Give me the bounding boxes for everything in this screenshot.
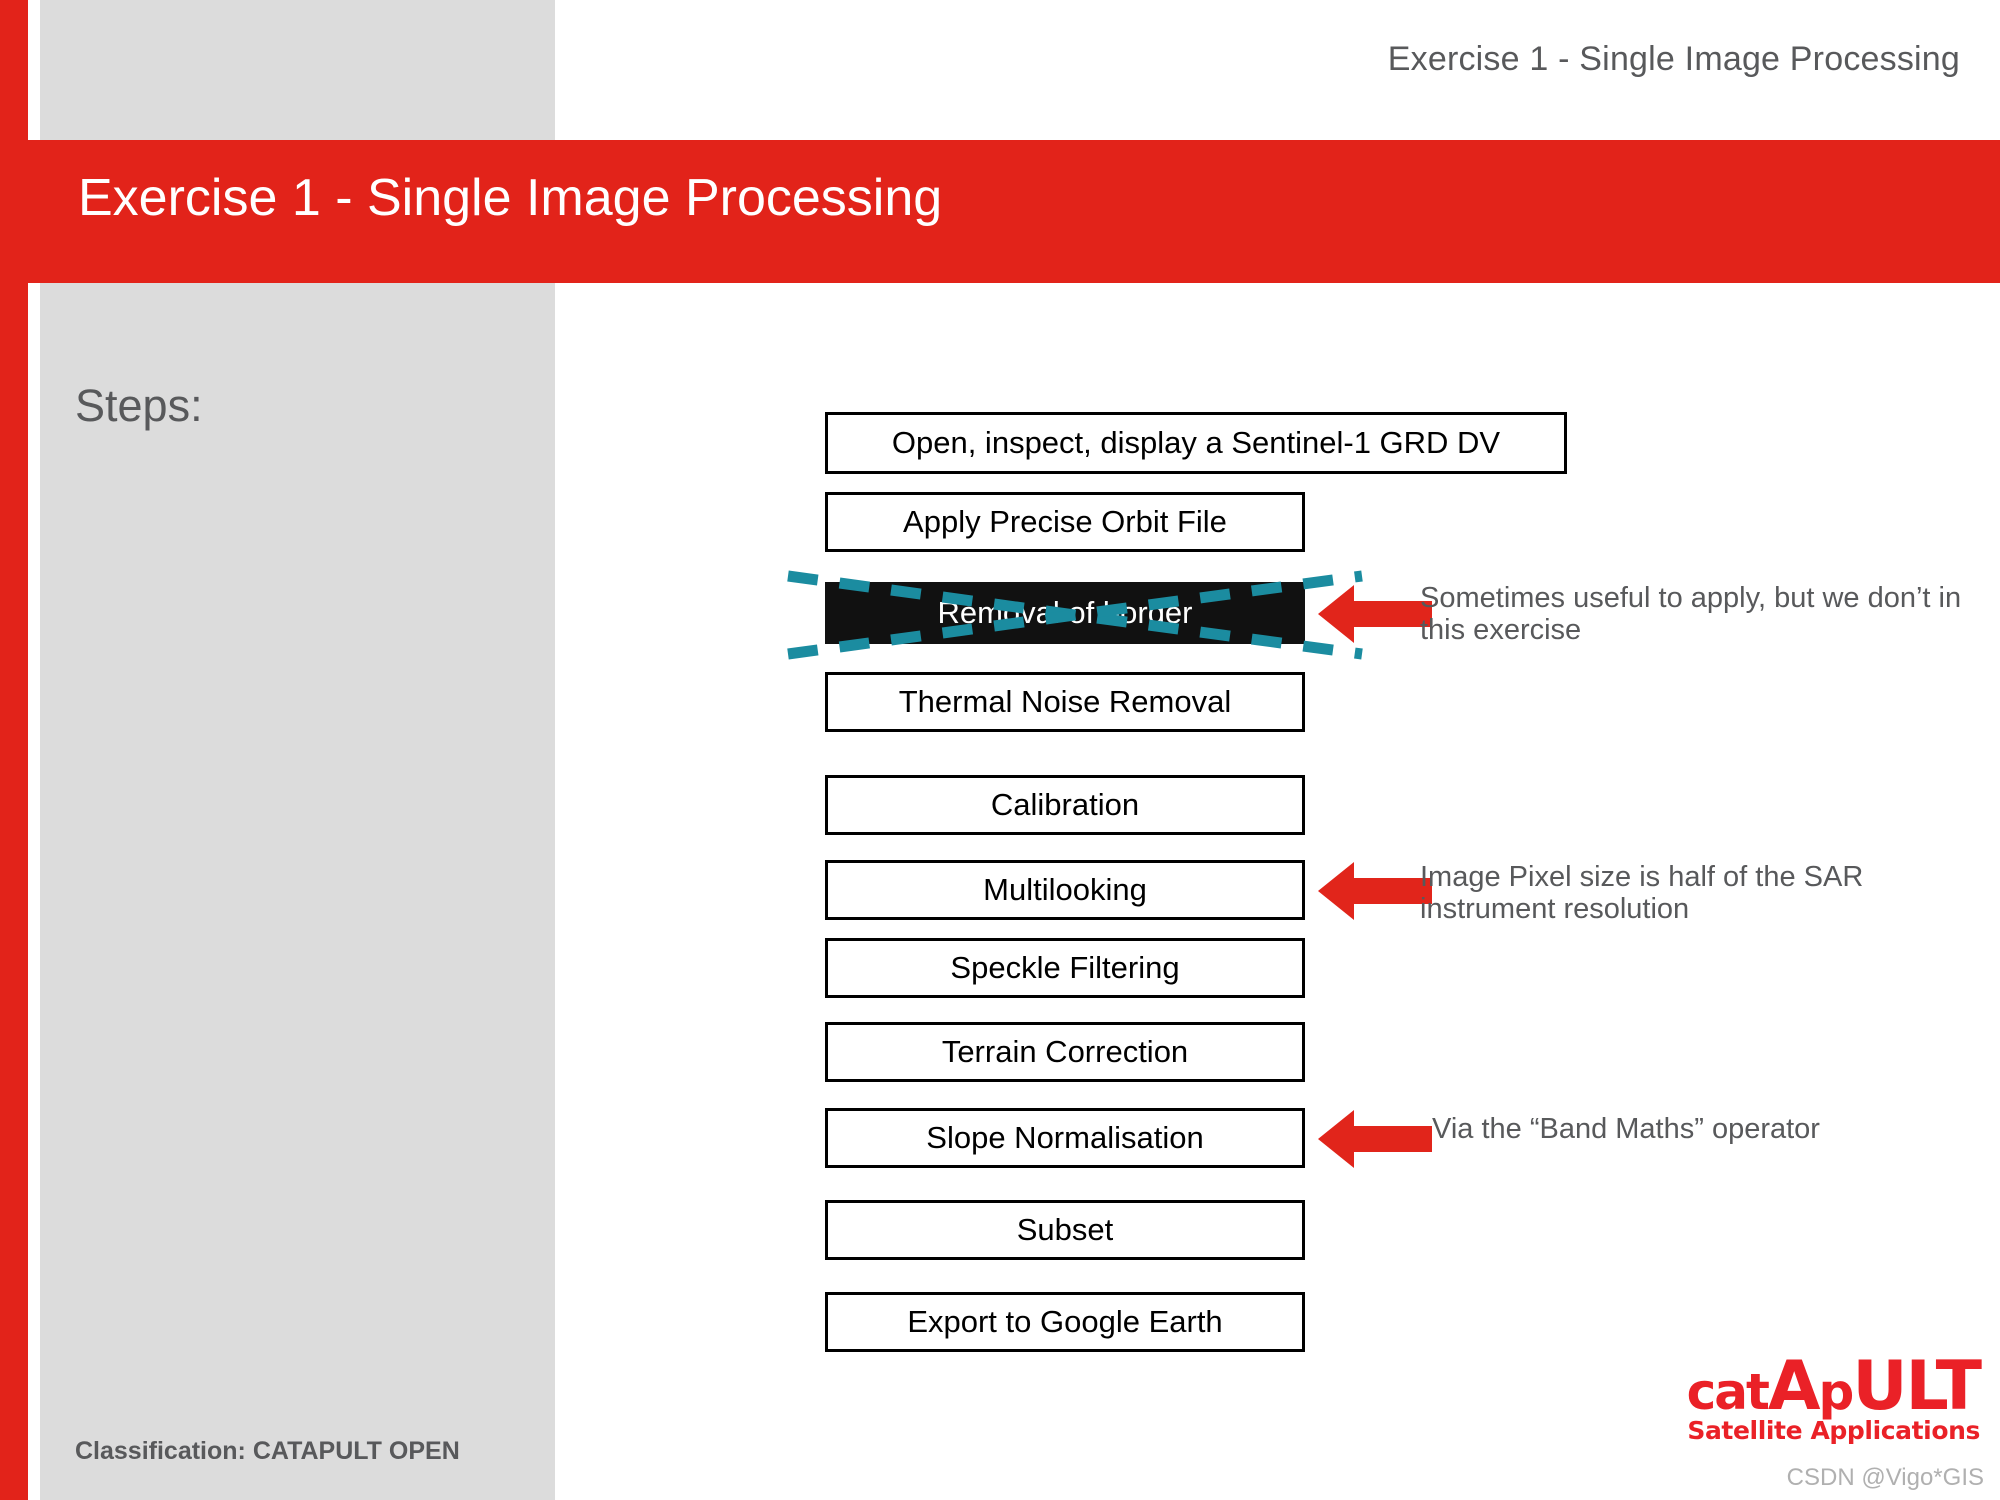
flow-box-removal-of-border[interactable]: Removal of border (825, 582, 1305, 644)
csdn-watermark: CSDN @Vigo*GIS (1786, 1464, 1984, 1491)
slide-title: Exercise 1 - Single Image Processing (78, 169, 943, 227)
header-kicker-text: Exercise 1 - Single Image Processing (1387, 40, 1960, 78)
flow-box-slope-normalisation[interactable]: Slope Normalisation (825, 1108, 1305, 1168)
flow-box-multilooking[interactable]: Multilooking (825, 860, 1305, 920)
flow-box-thermal-noise-removal[interactable]: Thermal Noise Removal (825, 672, 1305, 732)
callout-line-2: this exercise (1420, 614, 1582, 647)
flow-box-label: Slope Normalisation (926, 1120, 1204, 1155)
callout-line-1: Via the “Band Maths” operator (1432, 1113, 1820, 1145)
callout-text-multilooking: Image Pixel size is half of the SAR inst… (1420, 861, 2000, 926)
flow-box-label: Multilooking (983, 872, 1147, 907)
classification-footer: Classification: CATAPULT OPEN (75, 1437, 460, 1465)
flow-box-apply-orbit-file[interactable]: Apply Precise Orbit File (825, 492, 1305, 552)
callout-arrow-left-icon (1318, 585, 1432, 643)
logo-wordmark: catApULT (1600, 1353, 1982, 1422)
flow-box-calibration[interactable]: Calibration (825, 775, 1305, 835)
steps-label: Steps: (75, 380, 203, 431)
gray-panel-top (40, 0, 555, 140)
callout-arrow-left-icon (1318, 1110, 1432, 1168)
callout-line-2: instrument resolution (1420, 893, 1690, 926)
flow-box-export-google-earth[interactable]: Export to Google Earth (825, 1292, 1305, 1352)
logo-part-cat: cat (1686, 1363, 1770, 1422)
flow-box-label: Calibration (990, 787, 1140, 822)
flow-box-label: Speckle Filtering (950, 950, 1180, 985)
flow-box-label: Terrain Correction (941, 1034, 1189, 1069)
gray-panel-body (40, 283, 555, 1500)
flow-box-label: Thermal Noise Removal (898, 684, 1232, 719)
logo-part-ult: ULT (1852, 1347, 1982, 1427)
slide-canvas: Exercise 1 - Single Image Processing Exe… (0, 0, 2000, 1500)
callout-line-1: Sometimes useful to apply, but we don’t … (1420, 582, 1962, 614)
callout-text-border-removal: Sometimes useful to apply, but we don’t … (1420, 582, 2000, 647)
flow-box-speckle-filtering[interactable]: Speckle Filtering (825, 938, 1305, 998)
logo-tagline: Satellite Applications (1687, 1416, 1980, 1445)
logo-part-p: p (1818, 1363, 1855, 1422)
flow-box-subset[interactable]: Subset (825, 1200, 1305, 1260)
flow-box-label: Subset (1016, 1212, 1114, 1247)
flow-box-label: Export to Google Earth (907, 1304, 1223, 1339)
catapult-logo: catApULT Satellite Applications (1600, 1353, 1982, 1445)
flow-box-label: Removal of border (937, 595, 1193, 630)
callout-arrow-left-icon (1318, 862, 1432, 920)
callout-line-1: Image Pixel size is half of the SAR (1420, 861, 1864, 893)
flow-box-label: Apply Precise Orbit File (903, 504, 1227, 539)
flow-box-label: Open, inspect, display a Sentinel-1 GRD … (891, 425, 1501, 460)
callout-text-slope-normalisation: Via the “Band Maths” operator (1432, 1113, 2000, 1145)
flow-box-open-inspect[interactable]: Open, inspect, display a Sentinel-1 GRD … (825, 412, 1567, 474)
flow-box-terrain-correction[interactable]: Terrain Correction (825, 1022, 1305, 1082)
logo-part-a: A (1767, 1347, 1821, 1427)
